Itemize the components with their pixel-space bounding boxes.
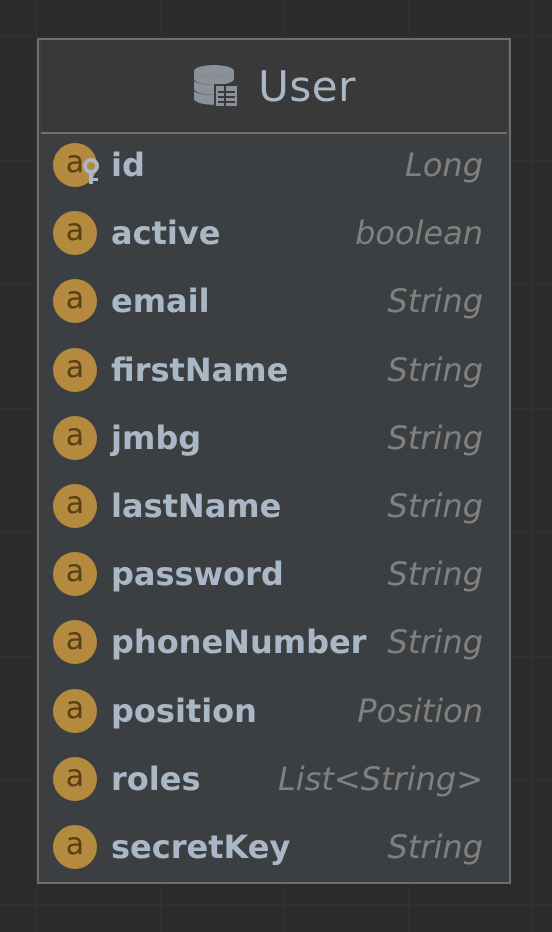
field-row-secretKey[interactable]: a secretKey String [39,816,509,884]
field-type: Long [405,146,483,184]
field-row-email[interactable]: a email String [39,270,509,338]
database-table-icon [192,62,240,110]
field-row-password[interactable]: a password String [39,543,509,611]
field-type: String [387,555,484,594]
field-type: String [387,486,484,525]
field-type: String [387,827,484,866]
entity-header: User [41,40,507,134]
field-name: email [111,282,210,321]
field-row-jmbg[interactable]: a jmbg String [39,407,509,475]
field-name: roles [111,759,201,798]
field-name: phoneNumber [111,623,367,662]
field-name: firstName [111,350,289,389]
field-row-lastName[interactable]: a lastName String [39,475,509,543]
field-name: id [111,146,145,184]
attribute-badge-icon: a [53,552,97,597]
attribute-badge-icon: a [53,415,97,460]
field-name: secretKey [111,827,291,866]
field-row-roles[interactable]: a roles List<String> [39,748,509,816]
attribute-badge-icon: a [53,824,97,869]
attribute-badge-icon: a [53,620,97,665]
field-row-firstName[interactable]: a firstName String [39,339,509,407]
attribute-badge-icon: a [53,347,97,392]
field-name: password [111,555,284,594]
field-row-id[interactable]: a id Long [39,134,509,202]
field-name: lastName [111,486,282,525]
primary-key-icon [79,158,103,186]
field-type: boolean [355,214,483,253]
attribute-badge-icon: a [53,211,97,256]
field-list: a id Long a active boolean a email Strin… [39,134,509,884]
field-type: List<String> [277,759,483,798]
field-row-position[interactable]: a position Position [39,680,509,748]
field-name: active [111,214,221,253]
attribute-badge-icon: a [53,688,97,733]
field-row-active[interactable]: a active boolean [39,202,509,270]
field-name: jmbg [111,418,202,457]
attribute-badge-icon: a [53,279,97,324]
field-type: String [387,350,484,389]
entity-title: User [258,61,356,111]
field-name: position [111,691,257,730]
attribute-badge-icon: a [53,756,97,801]
field-type: Position [357,691,483,730]
field-type: String [387,282,484,321]
attribute-badge-icon: a [53,483,97,528]
entity-box-user[interactable]: User a id Long a active boolean a email … [37,38,511,884]
field-type: String [387,418,484,457]
field-type: String [387,623,484,662]
field-row-phoneNumber[interactable]: a phoneNumber String [39,611,509,679]
